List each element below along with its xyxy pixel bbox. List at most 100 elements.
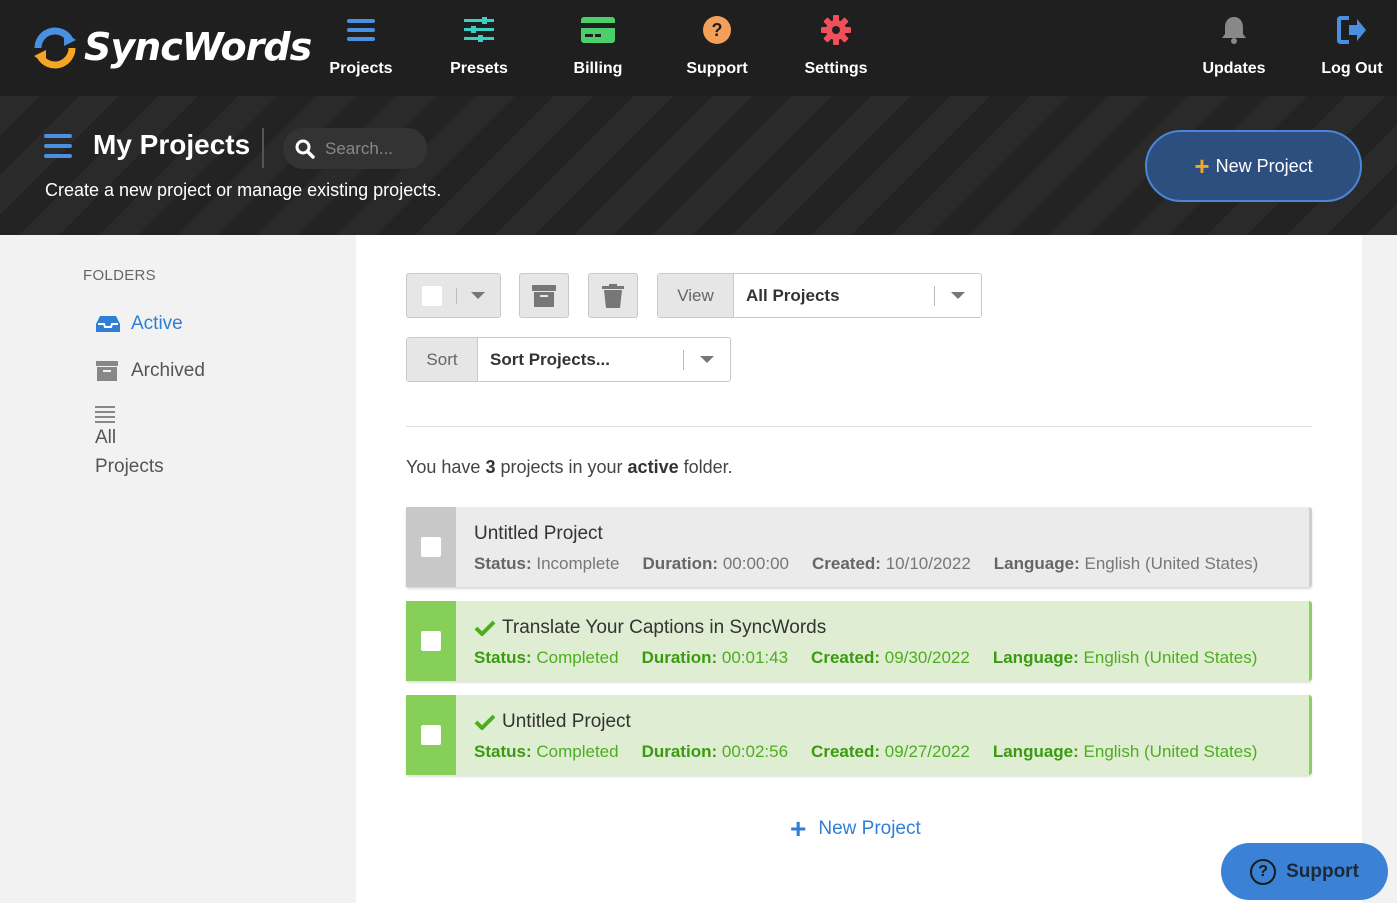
trash-icon: [602, 283, 624, 308]
language-label: Language:: [993, 554, 1080, 573]
summary-suffix: folder.: [683, 457, 733, 477]
nav-billing-label: Billing: [573, 60, 623, 77]
nav-logout-label: Log Out: [1321, 60, 1383, 77]
project-title[interactable]: Untitled Project: [474, 523, 603, 545]
search-input[interactable]: [325, 138, 425, 159]
language-label: Language:: [992, 648, 1079, 667]
logo[interactable]: SyncWords: [30, 22, 312, 72]
folder-archived[interactable]: Archived: [95, 360, 205, 382]
duration-label: Duration:: [642, 554, 719, 573]
folders-sidebar: FOLDERS Active Archived All Projects: [45, 235, 356, 493]
project-meta: Status: Completed Duration: 00:01:43 Cre…: [474, 648, 1257, 668]
top-nav: SyncWords Projects Presets Billing ? Sup…: [0, 0, 1397, 96]
project-row[interactable]: Translate Your Captions in SyncWords Sta…: [406, 601, 1312, 681]
nav-projects-label: Projects: [329, 60, 393, 77]
select-all-checkbox[interactable]: [422, 285, 442, 306]
archive-button[interactable]: [519, 273, 569, 318]
folder-all-projects-label: All Projects: [95, 427, 164, 477]
sort-value: Sort Projects...: [490, 349, 610, 369]
project-created: 09/27/2022: [884, 742, 970, 761]
check-icon: [474, 620, 496, 636]
select-all-dropdown[interactable]: [406, 273, 501, 318]
new-project-button[interactable]: + New Project: [1145, 130, 1362, 202]
status-label: Status:: [474, 742, 532, 761]
nav-support[interactable]: ? Support: [662, 10, 772, 86]
project-title[interactable]: Translate Your Captions in SyncWords: [502, 617, 826, 639]
search-icon: [295, 139, 315, 159]
summary-count: 3: [485, 457, 496, 477]
archive-icon: [96, 361, 118, 381]
folder-all-projects[interactable]: All Projects: [95, 405, 205, 481]
view-label: View: [658, 274, 734, 317]
project-language: English (United States): [1083, 742, 1258, 761]
delete-button[interactable]: [588, 273, 638, 318]
project-checkbox[interactable]: [421, 537, 441, 557]
support-chat-button[interactable]: ? Support: [1221, 843, 1388, 900]
view-value: All Projects: [746, 285, 840, 305]
chevron-down-icon: [951, 292, 965, 299]
duration-label: Duration:: [641, 742, 718, 761]
project-created: 10/10/2022: [885, 554, 971, 573]
divider: [406, 426, 1312, 427]
question-circle-icon: ?: [1250, 858, 1277, 885]
folders-heading: FOLDERS: [83, 267, 156, 284]
page-header: My Projects Create a new project or mana…: [0, 96, 1397, 235]
logout-icon: [1337, 16, 1366, 44]
project-checkbox[interactable]: [421, 725, 441, 745]
nav-presets-label: Presets: [450, 60, 508, 77]
project-title[interactable]: Untitled Project: [502, 711, 631, 733]
nav-projects[interactable]: Projects: [306, 10, 416, 86]
bell-icon: [1222, 17, 1246, 44]
project-status: Incomplete: [536, 554, 620, 573]
sort-select[interactable]: Sort Sort Projects...: [406, 337, 731, 382]
project-status: Completed: [536, 742, 619, 761]
project-meta: Status: Incomplete Duration: 00:00:00 Cr…: [474, 554, 1258, 574]
chevron-down-icon: [700, 356, 714, 363]
folder-active[interactable]: Active: [95, 313, 183, 335]
created-label: Created:: [812, 554, 881, 573]
new-project-button-label: New Project: [1215, 155, 1313, 176]
summary-folder: active: [627, 457, 679, 477]
support-chat-label: Support: [1286, 860, 1359, 882]
menu-toggle-icon[interactable]: [44, 134, 72, 158]
nav-settings-label: Settings: [804, 60, 868, 77]
nav-updates[interactable]: Updates: [1179, 10, 1289, 86]
view-select[interactable]: View All Projects: [657, 273, 982, 318]
list-icon: [95, 406, 115, 423]
project-duration: 00:02:56: [721, 742, 789, 761]
project-status: Completed: [536, 648, 619, 667]
check-icon: [474, 714, 496, 730]
created-label: Created:: [811, 648, 881, 667]
bottom-new-project-link[interactable]: + New Project: [790, 815, 921, 843]
duration-label: Duration:: [641, 648, 718, 667]
nav-updates-label: Updates: [1202, 60, 1266, 77]
project-row[interactable]: Untitled Project Status: Incomplete Dura…: [406, 507, 1312, 587]
status-label: Status:: [474, 648, 532, 667]
archive-icon: [532, 284, 556, 307]
nav-settings[interactable]: Settings: [781, 10, 891, 86]
language-label: Language:: [992, 742, 1079, 761]
gear-icon: [821, 15, 851, 45]
project-duration: 00:00:00: [722, 554, 789, 573]
plus-icon: +: [1194, 150, 1210, 181]
project-created: 09/30/2022: [884, 648, 970, 667]
question-circle-icon: ?: [703, 16, 731, 44]
project-checkbox[interactable]: [421, 631, 441, 651]
project-row[interactable]: Untitled Project Status: Completed Durat…: [406, 695, 1312, 775]
project-meta: Status: Completed Duration: 00:02:56 Cre…: [474, 742, 1257, 762]
sliders-icon: [464, 17, 494, 42]
folder-archived-label: Archived: [131, 360, 205, 381]
logo-icon: [34, 27, 76, 69]
projects-panel: View All Projects Sort Sort Projects... …: [356, 235, 1362, 903]
summary-prefix: You have: [406, 457, 481, 477]
nav-billing[interactable]: Billing: [543, 10, 653, 86]
status-label: Status:: [474, 554, 532, 573]
nav-presets[interactable]: Presets: [424, 10, 534, 86]
summary-middle: projects in your: [500, 457, 623, 477]
search-box[interactable]: [283, 128, 427, 169]
project-duration: 00:01:43: [721, 648, 789, 667]
nav-logout[interactable]: Log Out: [1297, 10, 1397, 86]
nav-support-label: Support: [686, 60, 748, 77]
project-count-summary: You have 3 projects in your active folder…: [406, 457, 733, 478]
header-divider: [262, 128, 264, 168]
